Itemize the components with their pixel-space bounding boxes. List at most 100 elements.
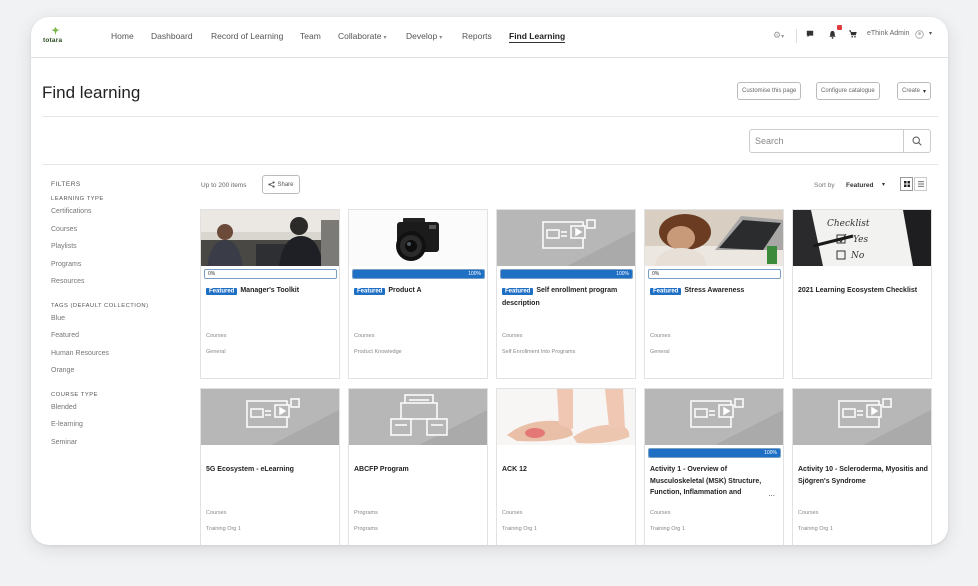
filter-item[interactable]: Seminar [51, 438, 201, 456]
divider [42, 164, 938, 165]
card-category: General [650, 349, 670, 355]
filter-item[interactable]: E-learning [51, 420, 201, 438]
card-thumbnail [349, 389, 487, 445]
learning-card[interactable]: Activity 10 - Scleroderma, Myositis and … [792, 388, 932, 545]
card-category: Product Knowledge [354, 349, 402, 355]
notifications-bell-icon[interactable] [828, 30, 837, 41]
card-type: Courses [502, 510, 523, 516]
featured-badge: Featured [502, 287, 534, 295]
svg-text:No: No [850, 251, 865, 261]
card-title[interactable]: Featured Manager's Toolkit [206, 285, 336, 298]
card-category: Training Org 1 [206, 526, 241, 532]
share-button[interactable]: Share [262, 175, 300, 194]
configure-catalogue-button[interactable]: Configure catalogue [816, 82, 880, 100]
learning-card[interactable]: ACK 12 Courses Training Org 1 [496, 388, 636, 545]
nav-find-learning[interactable]: Find Learning [509, 31, 566, 43]
list-view-button[interactable] [914, 177, 927, 191]
card-title[interactable]: Activity 10 - Scleroderma, Myositis and … [798, 464, 928, 487]
card-category: Training Org 1 [650, 526, 685, 532]
learning-card[interactable]: Checklist Yes No 2021 Learning Ecosystem… [792, 209, 932, 379]
filter-item[interactable]: Courses [51, 225, 201, 243]
card-title-text: Product A [388, 287, 422, 294]
progress-label: 100% [468, 271, 481, 277]
chevron-down-icon: ▾ [923, 88, 927, 95]
nav-reports[interactable]: Reports [462, 31, 492, 41]
card-thumbnail: Checklist Yes No [793, 210, 931, 266]
filters-panel: FILTERS LEARNING TYPE Certifications Cou… [51, 181, 201, 455]
search-button[interactable] [904, 129, 931, 153]
nav-divider [796, 29, 797, 43]
nav-team[interactable]: Team [300, 31, 321, 41]
create-dropdown-button[interactable]: Create ▾ [897, 82, 932, 100]
card-title[interactable]: ABCFP Program [354, 464, 484, 476]
learning-card[interactable]: 100% Featured Self enrollment program des… [496, 209, 636, 379]
customise-page-button[interactable]: Customise this page [737, 82, 802, 100]
share-icon [268, 181, 276, 188]
filter-item[interactable]: Programs [51, 260, 201, 278]
search-input[interactable] [749, 129, 904, 153]
nav-home[interactable]: Home [111, 31, 134, 41]
card-category: Self Enrollment Into Programs [502, 349, 576, 355]
progress-bar: 100% [648, 448, 781, 458]
card-type: Courses [354, 333, 375, 339]
user-name[interactable]: eThink Admin [867, 30, 909, 37]
card-title[interactable]: ACK 12 [502, 464, 632, 476]
progress-label: 100% [764, 450, 777, 456]
filter-item[interactable]: Certifications [51, 207, 201, 225]
nav-dashboard[interactable]: Dashboard [151, 31, 193, 41]
learning-card[interactable]: 5G Ecosystem - eLearning Courses Trainin… [200, 388, 340, 545]
card-thumbnail [349, 210, 487, 266]
filter-item[interactable]: Resources [51, 277, 201, 295]
messages-icon[interactable] [806, 30, 814, 40]
filter-item[interactable]: Featured [51, 331, 201, 349]
filter-item[interactable]: Orange [51, 366, 201, 384]
card-category: Training Org 1 [798, 526, 833, 532]
featured-badge: Featured [206, 287, 238, 295]
nav-collaborate[interactable]: Collaborate ▾ [338, 31, 387, 41]
cart-icon[interactable] [849, 30, 857, 40]
card-title[interactable]: 5G Ecosystem - eLearning [206, 464, 336, 476]
chevron-down-icon[interactable]: ▾ [882, 181, 885, 188]
progress-fill [501, 270, 632, 278]
card-title[interactable]: 2021 Learning Ecosystem Checklist [798, 285, 928, 297]
filter-item[interactable]: Blue [51, 314, 201, 332]
nav-develop[interactable]: Develop ▾ [406, 31, 442, 41]
learning-card[interactable]: 100% Featured Product A Courses Product K… [348, 209, 488, 379]
avatar[interactable] [915, 30, 924, 41]
notification-badge [837, 25, 842, 30]
user-menu-chevron-icon[interactable]: ▾ [929, 30, 932, 37]
card-thumbnail [645, 389, 783, 445]
chevron-down-icon: ▾ [383, 35, 387, 41]
progress-label: 100% [616, 271, 629, 277]
progress-bar: 100% [352, 269, 485, 279]
card-title[interactable]: Featured Self enrollment program descript… [502, 285, 632, 309]
card-title[interactable]: Featured Stress Awareness [650, 285, 780, 298]
brand-logo[interactable]: totara [43, 27, 67, 47]
progress-fill [649, 449, 780, 457]
card-category: Training Org 1 [502, 526, 537, 532]
progress-bar: 0% [204, 269, 337, 279]
filter-item[interactable]: Playlists [51, 242, 201, 260]
card-thumbnail [497, 389, 635, 445]
learning-card[interactable]: 100% Activity 1 - Overview of Musculoske… [644, 388, 784, 545]
divider [42, 116, 938, 117]
card-title-text: Stress Awareness [684, 287, 745, 294]
grid-view-button[interactable] [900, 177, 913, 191]
sort-select[interactable]: Featured [846, 182, 873, 189]
learning-card[interactable]: ABCFP Program Programs Programs [348, 388, 488, 545]
settings-gear-icon[interactable]: ⚙▾ [773, 30, 784, 41]
nav-collaborate-label: Collaborate [338, 31, 382, 41]
card-category: Programs [354, 526, 378, 532]
nav-develop-label: Develop [406, 31, 438, 41]
filter-item[interactable]: Blended [51, 403, 201, 421]
nav-record-of-learning[interactable]: Record of Learning [211, 31, 283, 41]
learning-card[interactable]: 0% Featured Stress Awareness Courses Gene… [644, 209, 784, 379]
learning-card[interactable]: 0% Featured Manager's Toolkit Courses Gen… [200, 209, 340, 379]
list-icon [917, 181, 924, 187]
card-type: Courses [650, 510, 671, 516]
card-title[interactable]: Activity 1 - Overview of Musculoskeletal… [650, 464, 780, 499]
card-title[interactable]: Featured Product A [354, 285, 484, 298]
more-options-icon[interactable]: ... [768, 489, 775, 498]
sort-label: Sort by [814, 182, 835, 189]
filter-item[interactable]: Human Resources [51, 349, 201, 367]
